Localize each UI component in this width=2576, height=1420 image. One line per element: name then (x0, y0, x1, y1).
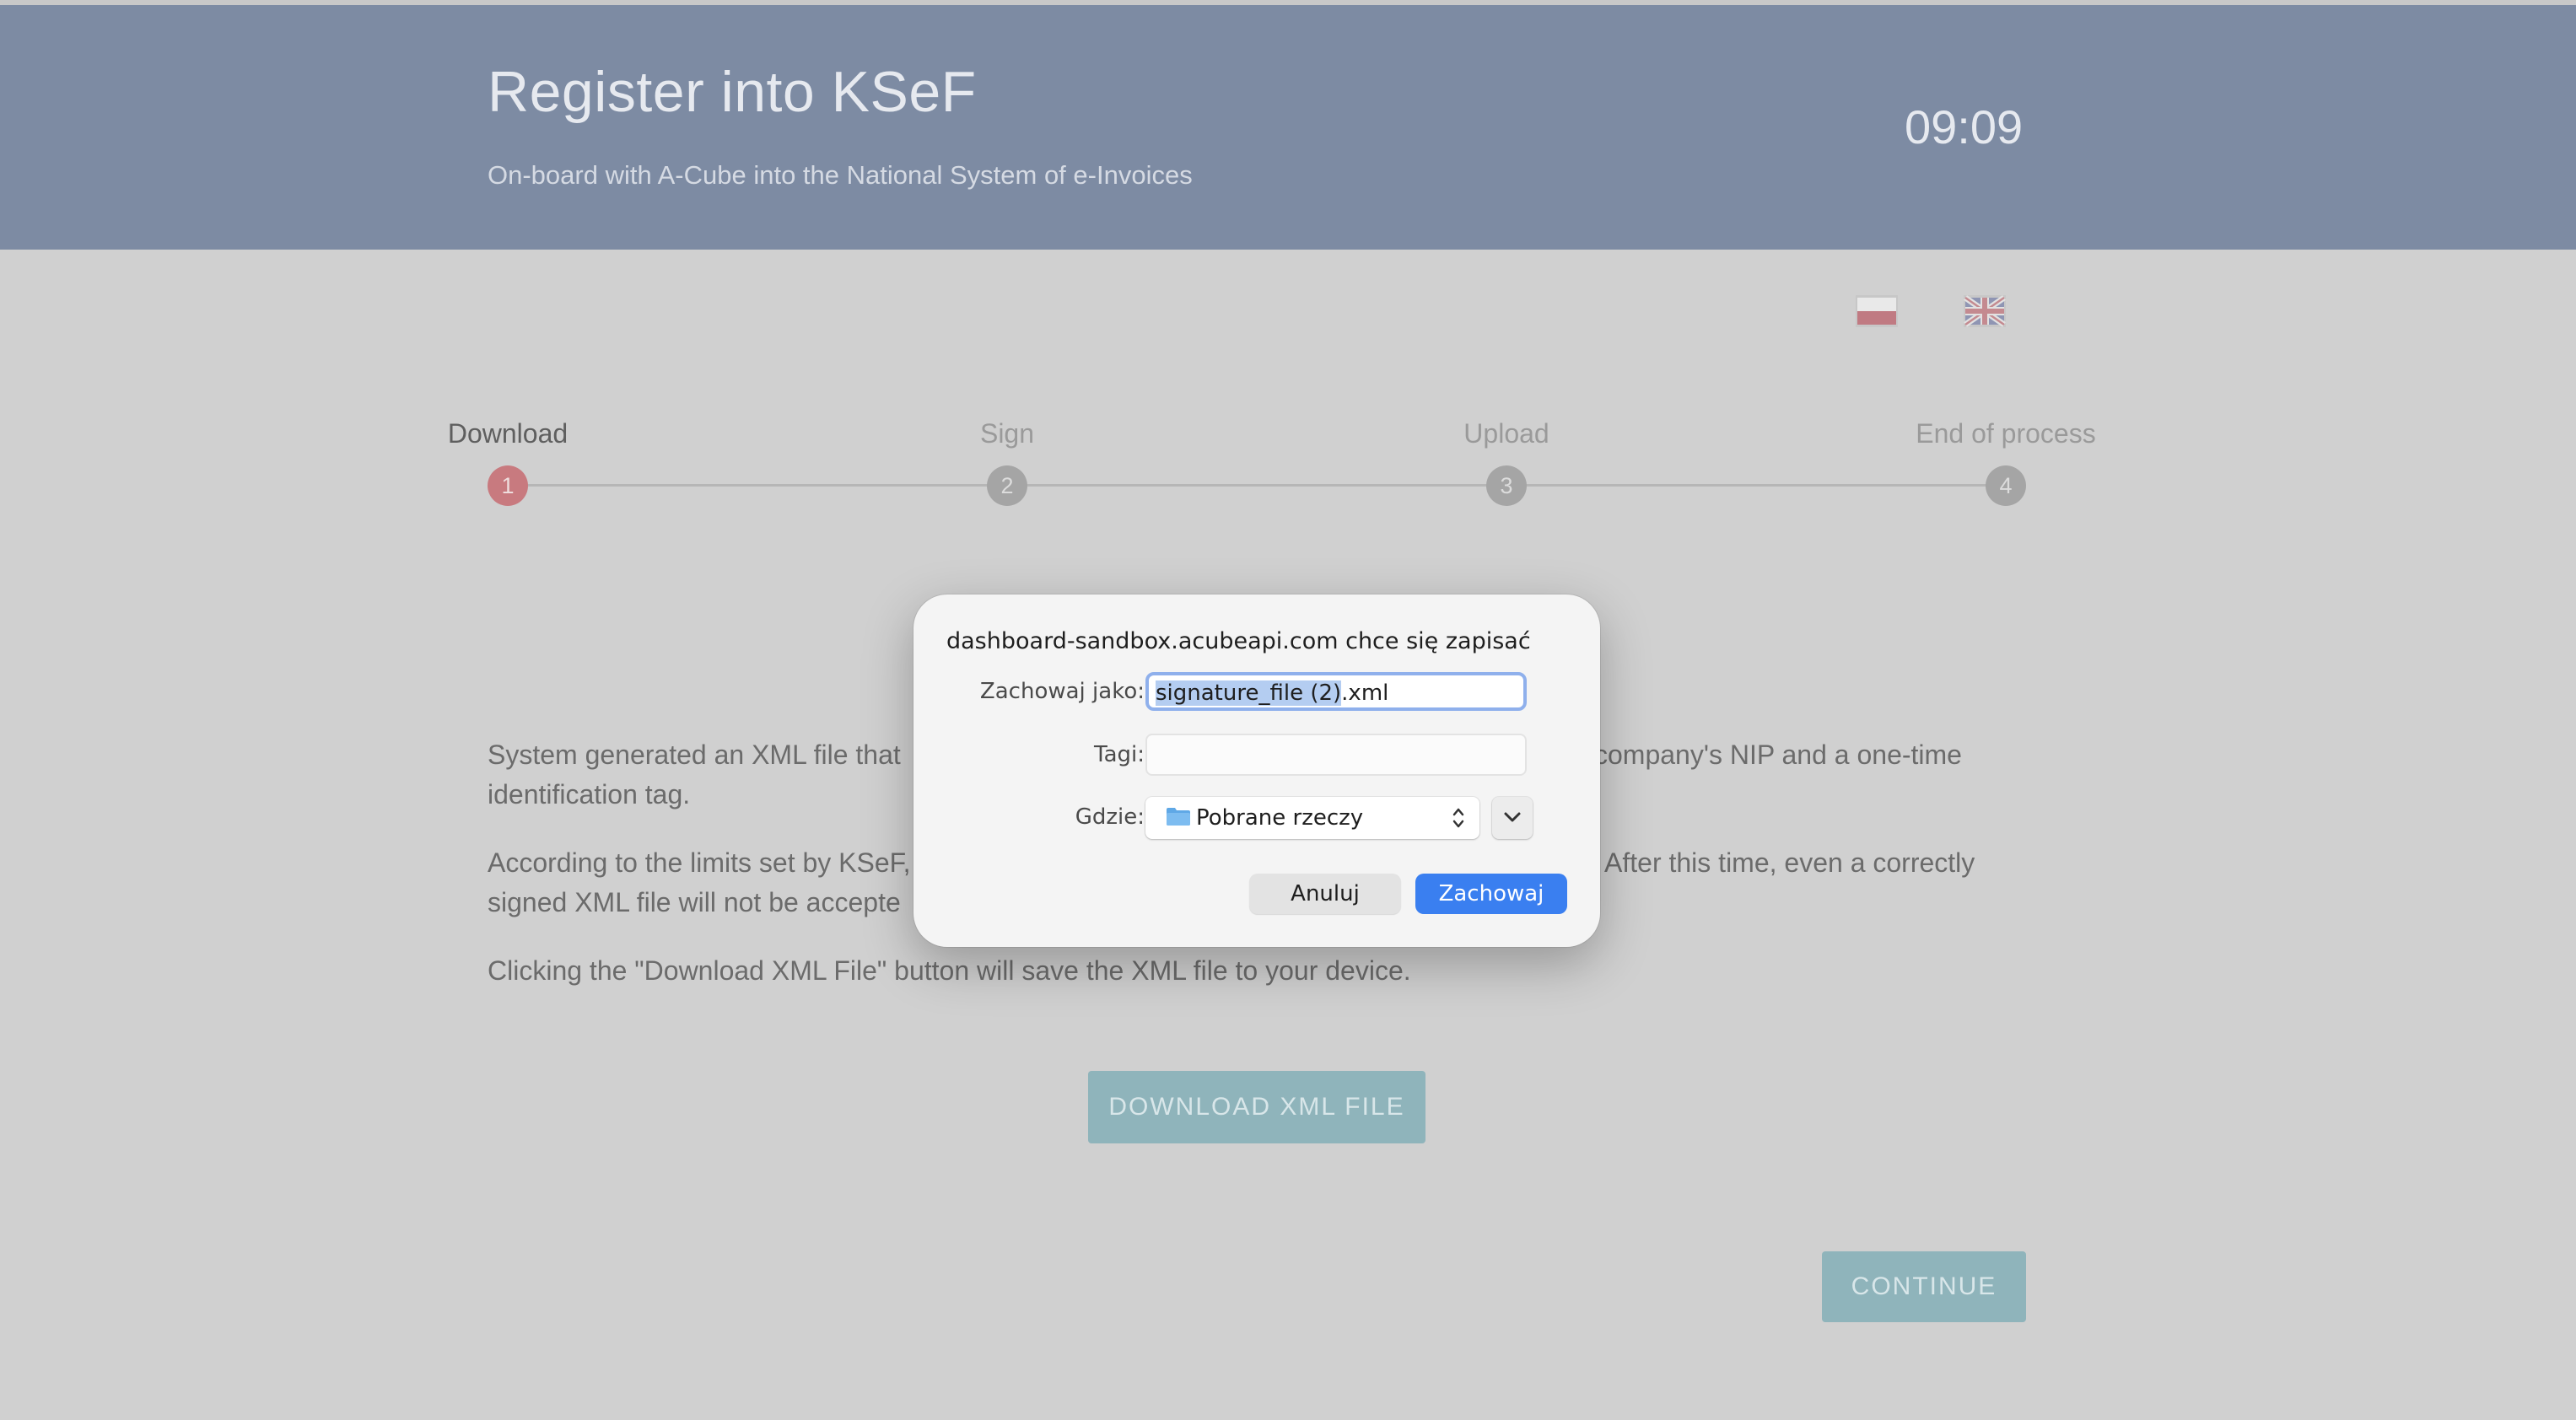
info-paragraph-2-line2: signed XML file will not be accepte (488, 887, 901, 917)
step-label-end-of-process: End of process (1916, 418, 2096, 449)
clock: 09:09 (1905, 100, 2024, 153)
download-xml-button[interactable]: DOWNLOAD XML FILE (1088, 1071, 1425, 1143)
save-as-input[interactable]: signature_file (2).xml (1145, 672, 1527, 711)
tags-label: Tagi: (1094, 742, 1145, 767)
expand-dialog-button[interactable] (1492, 797, 1533, 839)
where-select[interactable]: Pobrane rzeczy (1145, 797, 1479, 839)
tags-input[interactable] (1145, 734, 1527, 776)
step-dot-2: 2 (987, 465, 1027, 506)
info-paragraph-2-right: s. After this time, even a correctly (1577, 847, 1975, 878)
step-label-download: Download (447, 418, 569, 449)
step-label-upload: Upload (1463, 418, 1549, 449)
info-paragraph-2-left: According to the limits set by KSeF, (488, 847, 911, 878)
step-dot-1: 1 (488, 465, 528, 506)
step-label-sign: Sign (979, 418, 1035, 449)
chevron-down-icon (1504, 812, 1521, 822)
info-paragraph-3: Clicking the "Download XML File" button … (488, 955, 1411, 986)
flag-pl-icon[interactable] (1856, 295, 1898, 327)
folder-icon (1167, 808, 1190, 826)
info-paragraph-1-line2: identification tag. (488, 779, 691, 810)
page-header: Register into KSeF On-board with A-Cube … (0, 5, 2576, 250)
save-as-label: Zachowaj jako: (979, 679, 1145, 704)
save-button[interactable]: Zachowaj (1415, 874, 1567, 914)
info-paragraph-1-left: System generated an XML file that (488, 740, 901, 770)
step-dot-4: 4 (1986, 465, 2026, 506)
cancel-button[interactable]: Anuluj (1249, 874, 1401, 914)
where-select-value: Pobrane rzeczy (1196, 805, 1364, 831)
info-paragraph-1-right: company's NIP and a one-time (1594, 740, 1962, 770)
where-label: Gdzie: (1075, 804, 1145, 830)
filename-selected-text: signature_file (2) (1156, 680, 1342, 706)
page-title: Register into KSeF (488, 60, 977, 124)
page-subtitle: On-board with A-Cube into the National S… (488, 160, 1193, 190)
stepper-track (508, 484, 2004, 487)
dialog-heading: dashboard-sandbox.acubeapi.com chce się … (946, 628, 1531, 654)
chevron-updown-icon (1452, 808, 1464, 828)
save-file-dialog: dashboard-sandbox.acubeapi.com chce się … (913, 594, 1600, 947)
continue-button[interactable]: CONTINUE (1822, 1251, 2026, 1322)
step-dot-3: 3 (1486, 465, 1527, 506)
flag-uk-icon[interactable] (1964, 295, 2006, 327)
filename-extension: .xml (1341, 680, 1389, 706)
